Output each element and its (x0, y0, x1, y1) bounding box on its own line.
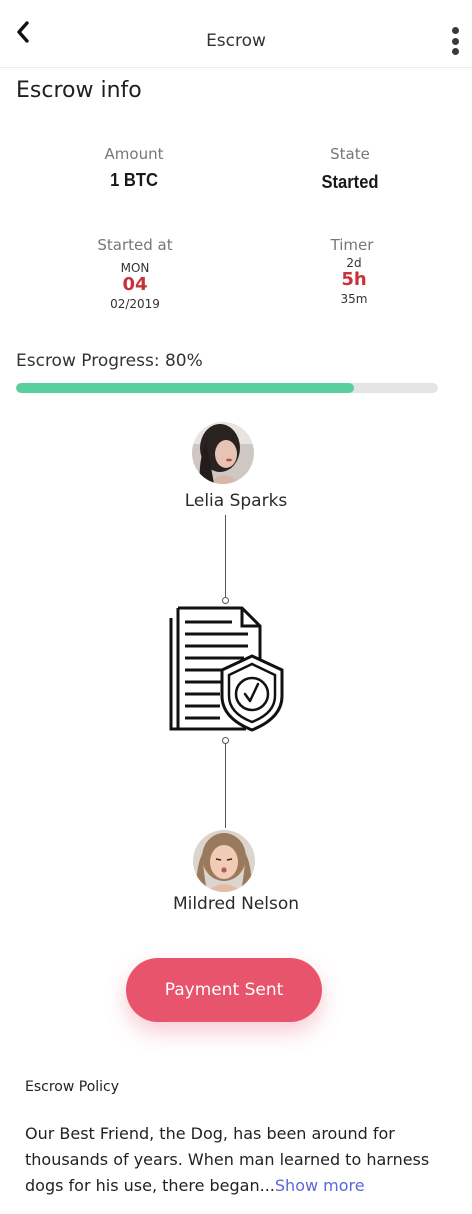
started-day-of-week: MON (120, 261, 150, 275)
connector-line-bottom (225, 744, 226, 828)
avatar[interactable] (193, 830, 255, 892)
avatar[interactable] (192, 422, 254, 484)
avatar-photo-lelia (192, 422, 254, 484)
avatar-photo-mildred (193, 830, 255, 892)
started-month-year: 02/2019 (110, 297, 160, 311)
timer-minutes: 35m (340, 292, 368, 306)
timer-hours: 5h (341, 269, 367, 290)
timer-days: 2d (346, 256, 362, 270)
app-header: Escrow (0, 0, 472, 68)
timer-value: 2d 5h 35m (314, 256, 394, 306)
connector-node-top (222, 597, 229, 604)
policy-text: Our Best Friend, the Dog, has been aroun… (25, 1121, 455, 1199)
started-day: 04 (122, 274, 148, 295)
document-shield-check-icon (168, 604, 286, 734)
more-vertical-icon (451, 27, 459, 34)
started-at-label: Started at (97, 236, 173, 254)
show-more-link[interactable]: Show more (275, 1176, 365, 1195)
progress-bar (16, 383, 438, 393)
party-name-seller: Mildred Nelson (172, 894, 300, 914)
amount-label: Amount (104, 145, 164, 163)
section-title: Escrow info (16, 78, 142, 103)
more-options-button[interactable] (446, 27, 464, 55)
state-label: State (330, 145, 370, 163)
state-value: Started (321, 172, 379, 192)
policy-body: Our Best Friend, the Dog, has been aroun… (25, 1124, 430, 1195)
progress-label: Escrow Progress: 80% (16, 351, 203, 371)
amount-value: 1 BTC (110, 170, 158, 190)
timer-label: Timer (330, 236, 374, 254)
payment-sent-button[interactable]: Payment Sent (126, 958, 322, 1022)
started-date: MON 04 02/2019 (95, 261, 175, 311)
party-name-buyer: Lelia Sparks (184, 491, 288, 511)
connector-line-top (225, 515, 226, 597)
page-title: Escrow (206, 31, 266, 51)
progress-fill (16, 383, 354, 393)
connector-node-bottom (222, 737, 229, 744)
policy-title: Escrow Policy (25, 1079, 120, 1095)
